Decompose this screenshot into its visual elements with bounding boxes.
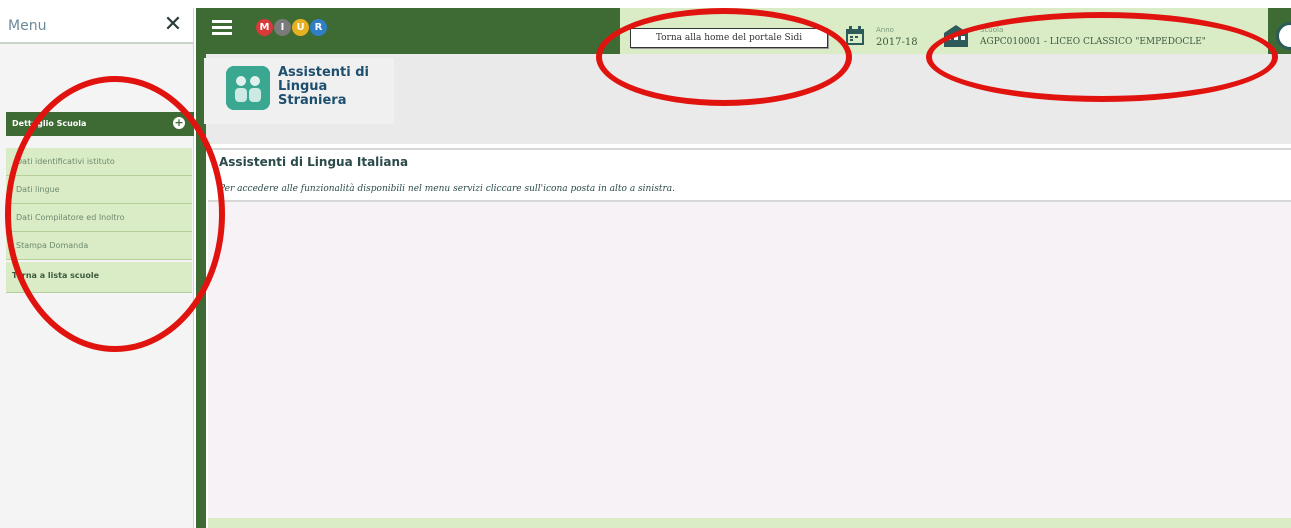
logo-letter: I bbox=[274, 19, 291, 36]
anno-label: Anno bbox=[876, 26, 894, 34]
logo-letter: U bbox=[292, 19, 309, 36]
annotation-circle-scuola bbox=[926, 12, 1278, 102]
miur-logo[interactable]: M I U R bbox=[256, 17, 336, 39]
annotation-circle-home bbox=[596, 8, 852, 106]
logo-letter: R bbox=[310, 19, 327, 36]
content-area bbox=[208, 148, 1291, 518]
people-icon bbox=[226, 66, 270, 110]
anno-value: 2017-18 bbox=[876, 37, 918, 48]
calendar-icon bbox=[846, 26, 864, 45]
app-name: Assistenti di Lingua Straniera bbox=[278, 65, 369, 108]
content-footer-bar bbox=[208, 518, 1291, 528]
hamburger-icon[interactable] bbox=[212, 20, 232, 36]
sidebar-header: Menu ✕ bbox=[0, 8, 193, 44]
logo-letter: M bbox=[256, 19, 273, 36]
menu-title: Menu bbox=[8, 18, 47, 34]
annotation-circle-sidebar bbox=[5, 76, 225, 352]
close-menu-button[interactable]: ✕ bbox=[162, 14, 184, 36]
page-title: Assistenti di Lingua Italiana bbox=[219, 155, 409, 169]
page-info-text: Per accedere alle funzionalità disponibi… bbox=[219, 184, 675, 194]
